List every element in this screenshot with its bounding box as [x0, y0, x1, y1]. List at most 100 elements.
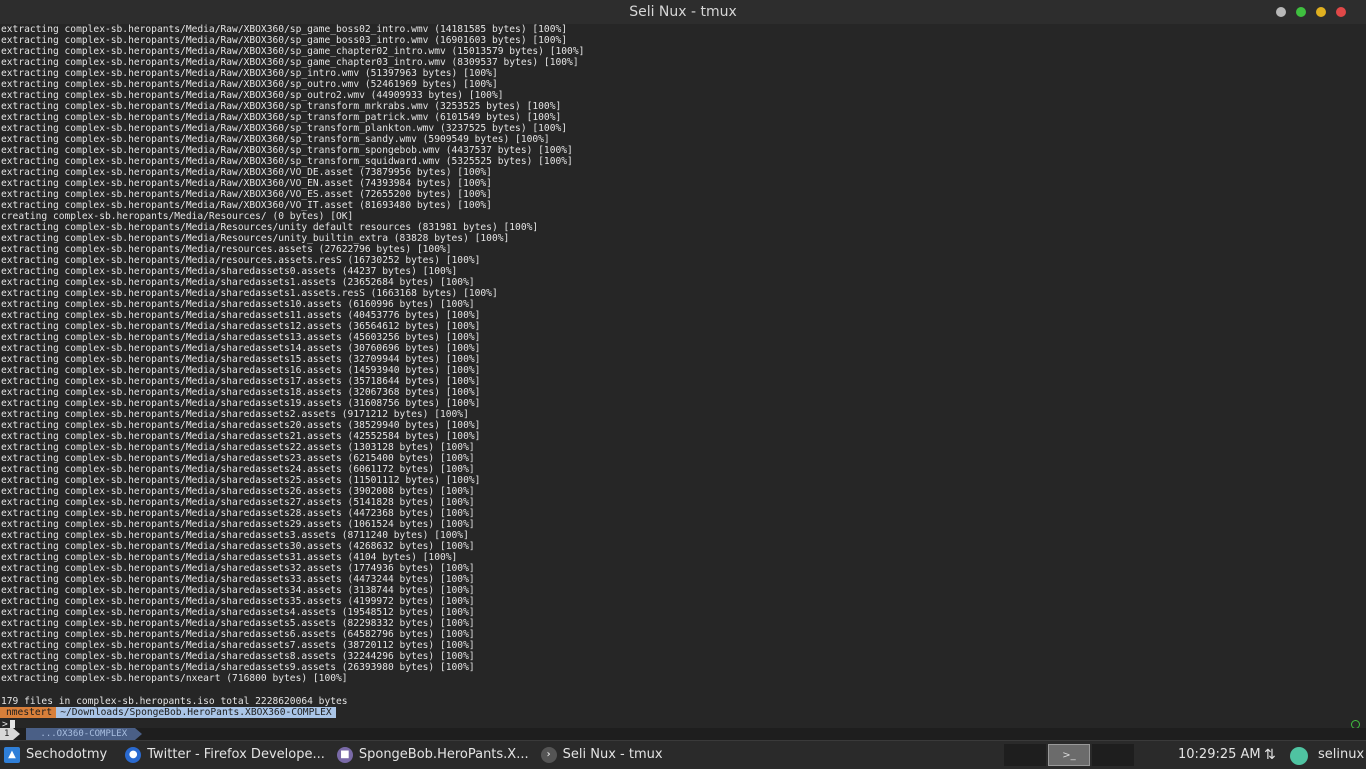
terminal-line: extracting complex-sb.heropants/Media/sh… — [1, 376, 481, 387]
prompt-path: ~/Downloads/SpongeBob.HeroPants.XBOX360-… — [56, 707, 336, 718]
terminal-line: extracting complex-sb.heropants/Media/Ra… — [1, 134, 550, 145]
terminal-line: extracting complex-sb.heropants/nxeart (… — [1, 673, 348, 684]
terminal-line: extracting complex-sb.heropants/Media/sh… — [1, 398, 481, 409]
terminal-line: extracting complex-sb.heropants/Media/sh… — [1, 409, 469, 420]
folder-icon: ■ — [336, 746, 353, 763]
window-titlebar[interactable]: Seli Nux - tmux — [0, 0, 1366, 24]
terminal-line: extracting complex-sb.heropants/Media/sh… — [1, 629, 475, 640]
terminal-line: extracting complex-sb.heropants/Media/sh… — [1, 541, 475, 552]
terminal-line: extracting complex-sb.heropants/Media/sh… — [1, 420, 481, 431]
terminal-line: extracting complex-sb.heropants/Media/Ra… — [1, 167, 492, 178]
terminal-line: extracting complex-sb.heropants/Media/sh… — [1, 332, 481, 343]
terminal-line: extracting complex-sb.heropants/Media/sh… — [1, 552, 458, 563]
terminal-output: extracting complex-sb.heropants/Media/Ra… — [1, 24, 584, 684]
terminal-line: extracting complex-sb.heropants/Media/Ra… — [1, 112, 562, 123]
terminal-line: extracting complex-sb.heropants/Media/Ra… — [1, 57, 579, 68]
terminal-line: extracting complex-sb.heropants/Media/sh… — [1, 321, 481, 332]
workspace-3[interactable] — [1092, 744, 1134, 766]
user-avatar-icon[interactable] — [1290, 747, 1308, 765]
terminal-line: extracting complex-sb.heropants/Media/Ra… — [1, 24, 568, 35]
powerline-arrow-icon — [135, 728, 143, 740]
task-label: Twitter - Firefox Develope... — [147, 747, 325, 762]
terminal-line: extracting complex-sb.heropants/Media/Ra… — [1, 101, 562, 112]
clock[interactable]: 10:29:25 AM — [1178, 741, 1261, 769]
terminal-line: extracting complex-sb.heropants/Media/sh… — [1, 563, 475, 574]
terminal-line: extracting complex-sb.heropants/Media/sh… — [1, 508, 475, 519]
start-menu-icon: ▲ — [4, 746, 20, 763]
minimize-button[interactable] — [1316, 7, 1326, 17]
workspace-1[interactable] — [1004, 744, 1046, 766]
terminal-line: extracting complex-sb.heropants/Media/sh… — [1, 486, 475, 497]
start-menu-button[interactable]: ▲ Sechodotmy — [0, 741, 111, 769]
workspace-switcher: >_ — [1004, 741, 1134, 769]
terminal-line: extracting complex-sb.heropants/Media/Ra… — [1, 145, 573, 156]
powerline-arrow-icon — [13, 728, 21, 740]
terminal-line: extracting complex-sb.heropants/Media/sh… — [1, 442, 475, 453]
terminal-line: extracting complex-sb.heropants/Media/sh… — [1, 662, 475, 673]
task-label: SpongeBob.HeroPants.X... — [358, 747, 529, 762]
terminal-line: extracting complex-sb.heropants/Media/sh… — [1, 596, 475, 607]
terminal-line: extracting complex-sb.heropants/Media/re… — [1, 255, 481, 266]
terminal-line: extracting complex-sb.heropants/Media/Ra… — [1, 200, 492, 211]
terminal-line: extracting complex-sb.heropants/Media/Ra… — [1, 35, 568, 46]
sticky-button[interactable] — [1276, 7, 1286, 17]
firefox-icon: ● — [125, 746, 142, 763]
terminal-line: extracting complex-sb.heropants/Media/sh… — [1, 365, 481, 376]
terminal-line: extracting complex-sb.heropants/Media/Re… — [1, 222, 539, 233]
terminal-line: extracting complex-sb.heropants/Media/Ra… — [1, 156, 573, 167]
terminal-line: extracting complex-sb.heropants/Media/sh… — [1, 354, 481, 365]
terminal-icon: >_ — [1062, 749, 1076, 761]
tmux-window-name[interactable]: ...OX360-COMPLEX — [26, 728, 136, 740]
start-menu-label: Sechodotmy — [26, 747, 108, 762]
terminal-line: extracting complex-sb.heropants/Media/sh… — [1, 574, 475, 585]
network-icon[interactable]: ⇅ — [1264, 747, 1276, 763]
terminal-line: extracting complex-sb.heropants/Media/sh… — [1, 343, 481, 354]
terminal-line: extracting complex-sb.heropants/Media/sh… — [1, 288, 498, 299]
terminal-line: extracting complex-sb.heropants/Media/Ra… — [1, 123, 568, 134]
terminal-icon: › — [540, 746, 557, 763]
task-file-manager[interactable]: ■ SpongeBob.HeroPants.X... — [333, 741, 533, 769]
terminal-line: extracting complex-sb.heropants/Media/Ra… — [1, 178, 492, 189]
window-controls — [1276, 7, 1346, 17]
taskbar: ▲ Sechodotmy ● Twitter - Firefox Develop… — [0, 740, 1366, 768]
terminal-line: extracting complex-sb.heropants/Media/sh… — [1, 497, 475, 508]
terminal-line: extracting complex-sb.heropants/Media/sh… — [1, 387, 481, 398]
terminal-line: extracting complex-sb.heropants/Media/sh… — [1, 618, 475, 629]
terminal-line: extracting complex-sb.heropants/Media/Re… — [1, 233, 510, 244]
terminal-line: extracting complex-sb.heropants/Media/sh… — [1, 585, 475, 596]
terminal-line: extracting complex-sb.heropants/Media/Ra… — [1, 79, 498, 90]
terminal-line: extracting complex-sb.heropants/Media/sh… — [1, 651, 475, 662]
extraction-summary: 179 files in complex-sb.heropants.iso to… — [1, 696, 348, 707]
terminal-line: extracting complex-sb.heropants/Media/sh… — [1, 299, 475, 310]
terminal-line: creating complex-sb.heropants/Media/Reso… — [1, 211, 354, 222]
terminal-line: extracting complex-sb.heropants/Media/sh… — [1, 310, 481, 321]
shell-prompt: nmestert ~/Downloads/SpongeBob.HeroPants… — [0, 707, 336, 718]
terminal-line: extracting complex-sb.heropants/Media/sh… — [1, 464, 475, 475]
workspace-2[interactable]: >_ — [1048, 744, 1090, 766]
terminal-line: extracting complex-sb.heropants/Media/sh… — [1, 640, 475, 651]
terminal-line: extracting complex-sb.heropants/Media/sh… — [1, 277, 475, 288]
terminal-line: extracting complex-sb.heropants/Media/sh… — [1, 266, 458, 277]
terminal-line: extracting complex-sb.heropants/Media/re… — [1, 244, 452, 255]
user-name[interactable]: selinux — [1318, 741, 1364, 769]
terminal-line: extracting complex-sb.heropants/Media/sh… — [1, 607, 475, 618]
tmux-status-bar: 1 ...OX360-COMPLEX — [0, 728, 1366, 740]
tmux-window-index[interactable]: 1 — [0, 728, 14, 740]
prompt-user: nmestert — [0, 707, 57, 718]
close-button[interactable] — [1336, 7, 1346, 17]
terminal-pane[interactable]: extracting complex-sb.heropants/Media/Ra… — [0, 24, 1366, 740]
terminal-line: extracting complex-sb.heropants/Media/sh… — [1, 453, 475, 464]
terminal-line: extracting complex-sb.heropants/Media/sh… — [1, 530, 469, 541]
terminal-line: extracting complex-sb.heropants/Media/sh… — [1, 475, 481, 486]
maximize-button[interactable] — [1296, 7, 1306, 17]
terminal-line: extracting complex-sb.heropants/Media/Ra… — [1, 68, 498, 79]
terminal-line: extracting complex-sb.heropants/Media/sh… — [1, 431, 481, 442]
task-firefox[interactable]: ● Twitter - Firefox Develope... — [121, 741, 329, 769]
window-title: Seli Nux - tmux — [629, 4, 737, 20]
terminal-line: extracting complex-sb.heropants/Media/Ra… — [1, 189, 492, 200]
terminal-line: extracting complex-sb.heropants/Media/sh… — [1, 519, 475, 530]
terminal-line: extracting complex-sb.heropants/Media/Ra… — [1, 90, 504, 101]
terminal-line: extracting complex-sb.heropants/Media/Ra… — [1, 46, 585, 57]
task-terminal[interactable]: › Seli Nux - tmux — [537, 741, 667, 769]
task-label: Seli Nux - tmux — [562, 747, 663, 762]
